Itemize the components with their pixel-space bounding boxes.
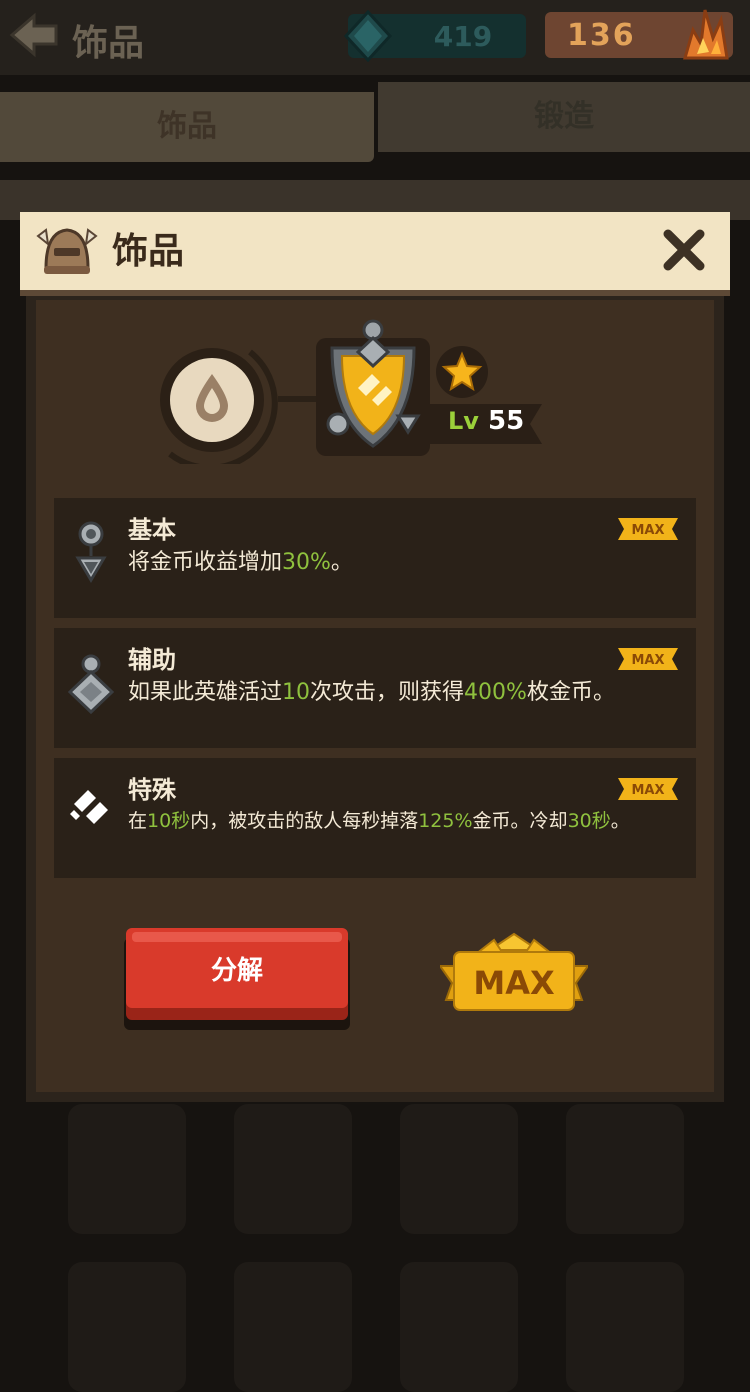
chain-emblem-icon bbox=[70, 790, 108, 824]
orb-connector bbox=[278, 396, 318, 402]
element-orb-icon bbox=[160, 348, 278, 464]
item-slot[interactable] bbox=[234, 1262, 352, 1392]
max-tag: MAX bbox=[618, 648, 678, 670]
svg-text:MAX: MAX bbox=[631, 653, 664, 668]
svg-text:MAX: MAX bbox=[631, 783, 664, 798]
max-tag: MAX bbox=[618, 778, 678, 800]
stat-name: 辅助 bbox=[128, 646, 176, 674]
stat-support: 辅助 如果此英雄活过10次攻击，则获得400%枚金币。 MAX bbox=[54, 628, 696, 748]
max-level-badge: MAX bbox=[440, 932, 588, 1011]
top-bar: 饰品 419 136 bbox=[0, 0, 750, 75]
item-slot[interactable] bbox=[400, 1104, 518, 1234]
stat-name: 特殊 bbox=[128, 776, 176, 804]
item-slot[interactable] bbox=[566, 1104, 684, 1234]
star-rank-badge bbox=[436, 346, 488, 398]
diamond-gem-icon bbox=[67, 654, 115, 715]
stat-description: 如果此英雄活过10次攻击，则获得400%枚金币。 bbox=[128, 680, 615, 705]
max-tag: MAX bbox=[618, 518, 678, 540]
level-prefix: Lv bbox=[448, 407, 479, 435]
level-value: 55 bbox=[488, 406, 525, 436]
item-slot[interactable] bbox=[68, 1104, 186, 1234]
item-slot[interactable] bbox=[400, 1262, 518, 1392]
modal-header: 饰品 bbox=[20, 212, 730, 296]
level-display: Lv 55 bbox=[448, 406, 524, 436]
item-slot[interactable] bbox=[68, 1262, 186, 1392]
item-slot[interactable] bbox=[566, 1262, 684, 1392]
crystal-counter[interactable]: 136 bbox=[545, 9, 733, 60]
tab-forge[interactable]: 锻造 bbox=[378, 82, 750, 152]
gem-icon bbox=[343, 10, 393, 62]
gem-count: 419 bbox=[433, 20, 493, 53]
item-slot[interactable] bbox=[234, 1104, 352, 1234]
helmet-icon bbox=[36, 228, 98, 274]
stat-special: 特殊 在10秒内，被攻击的敌人每秒掉落125%金币。冷却30秒。 MAX bbox=[54, 758, 696, 878]
gem-counter[interactable]: 419 bbox=[343, 10, 526, 62]
pendant-icon bbox=[75, 521, 107, 583]
crystal-count: 136 bbox=[567, 18, 636, 53]
decompose-label: 分解 bbox=[210, 956, 263, 986]
shield-accessory-icon bbox=[316, 319, 430, 456]
svg-text:MAX: MAX bbox=[473, 964, 555, 1002]
stat-description: 在10秒内，被攻击的敌人每秒掉落125%金币。冷却30秒。 bbox=[128, 810, 630, 832]
back-arrow-icon[interactable] bbox=[8, 10, 60, 60]
stat-name: 基本 bbox=[128, 516, 176, 544]
star-icon bbox=[441, 351, 483, 392]
modal-title: 饰品 bbox=[112, 231, 185, 272]
stat-basic: 基本 将金币收益增加30%。 MAX bbox=[54, 498, 696, 618]
page-title: 饰品 bbox=[72, 23, 145, 64]
svg-text:MAX: MAX bbox=[631, 523, 664, 538]
tab-accessories[interactable]: 饰品 bbox=[0, 92, 374, 162]
decompose-button[interactable]: 分解 bbox=[124, 928, 350, 1030]
close-icon[interactable] bbox=[660, 226, 708, 274]
stat-description: 将金币收益增加30%。 bbox=[128, 550, 353, 575]
fire-crystal-icon bbox=[683, 9, 729, 60]
